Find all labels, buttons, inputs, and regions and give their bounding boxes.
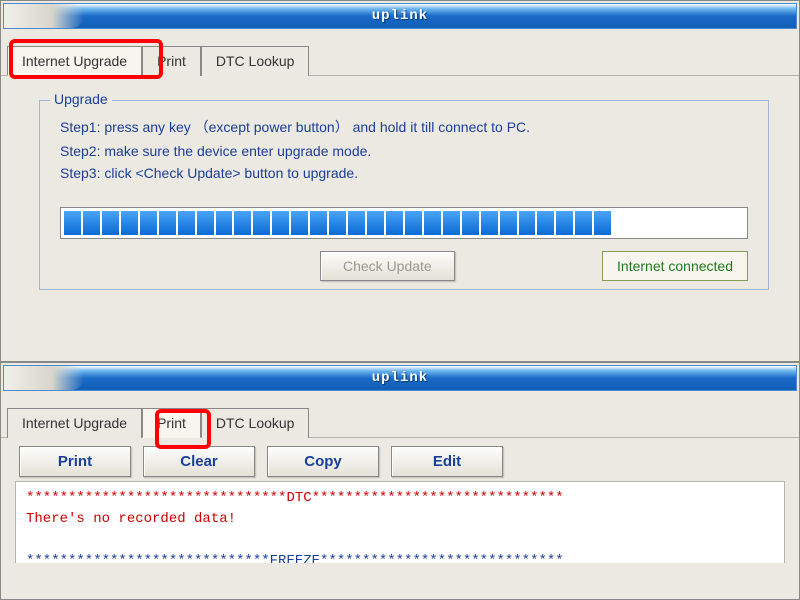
edit-button[interactable]: Edit <box>391 446 503 477</box>
progress-segment <box>329 211 346 235</box>
progress-segment <box>291 211 308 235</box>
progress-segment <box>424 211 441 235</box>
progress-segment <box>708 211 725 235</box>
progress-segment <box>140 211 157 235</box>
progress-segment <box>594 211 611 235</box>
progress-segment <box>575 211 592 235</box>
content-area: Upgrade Step1: press any key （except pow… <box>1 76 799 296</box>
log-line <box>26 530 774 551</box>
tab-row: Internet Upgrade Print DTC Lookup <box>1 31 799 76</box>
progress-segment <box>537 211 554 235</box>
tab-dtc-lookup[interactable]: DTC Lookup <box>201 46 310 76</box>
tab-print[interactable]: Print <box>142 408 201 438</box>
log-line: There's no recorded data! <box>26 509 774 530</box>
tab-internet-upgrade[interactable]: Internet Upgrade <box>7 408 142 438</box>
progress-segment <box>178 211 195 235</box>
group-title: Upgrade <box>50 91 112 107</box>
toolbar: Print Clear Copy Edit <box>1 438 799 477</box>
step-3: Step3: click <Check Update> button to up… <box>60 165 748 181</box>
app-title: uplink <box>372 8 428 24</box>
window-print: uplink Internet Upgrade Print DTC Lookup… <box>0 362 800 600</box>
log-line: *****************************FREEZE*****… <box>26 551 774 563</box>
log-line: *******************************DTC******… <box>26 488 774 509</box>
button-row: Check Update Internet connected <box>60 251 748 281</box>
progress-segment <box>253 211 270 235</box>
progress-segment <box>405 211 422 235</box>
progress-segment <box>272 211 289 235</box>
progress-segment <box>102 211 119 235</box>
progress-segment <box>556 211 573 235</box>
progress-segment <box>727 211 744 235</box>
progress-segment <box>234 211 251 235</box>
progress-segment <box>197 211 214 235</box>
clear-button[interactable]: Clear <box>143 446 255 477</box>
log-output: *******************************DTC******… <box>15 481 785 563</box>
progress-segment <box>689 211 706 235</box>
progress-segment <box>216 211 233 235</box>
progress-segment <box>462 211 479 235</box>
check-update-button[interactable]: Check Update <box>320 251 455 281</box>
progress-segment <box>386 211 403 235</box>
progress-segment <box>348 211 365 235</box>
progress-bar <box>60 207 748 239</box>
step-1: Step1: press any key （except power butto… <box>60 117 748 137</box>
step-2: Step2: make sure the device enter upgrad… <box>60 143 748 159</box>
print-button[interactable]: Print <box>19 446 131 477</box>
tab-dtc-lookup[interactable]: DTC Lookup <box>201 408 310 438</box>
progress-segment <box>83 211 100 235</box>
titlebar: uplink <box>3 3 797 29</box>
progress-segment <box>519 211 536 235</box>
progress-segment <box>670 211 687 235</box>
progress-segment <box>481 211 498 235</box>
window-upgrade: uplink Internet Upgrade Print DTC Lookup… <box>0 0 800 362</box>
tab-row: Internet Upgrade Print DTC Lookup <box>1 393 799 438</box>
copy-button[interactable]: Copy <box>267 446 379 477</box>
progress-segment <box>500 211 517 235</box>
upgrade-groupbox: Upgrade Step1: press any key （except pow… <box>39 100 769 290</box>
progress-segment <box>159 211 176 235</box>
progress-segment <box>367 211 384 235</box>
app-title: uplink <box>372 370 428 386</box>
connection-status: Internet connected <box>602 251 748 281</box>
progress-segment <box>64 211 81 235</box>
progress-segment <box>310 211 327 235</box>
tab-print[interactable]: Print <box>142 46 201 76</box>
progress-segment <box>121 211 138 235</box>
progress-segment <box>651 211 668 235</box>
progress-segment <box>443 211 460 235</box>
tab-internet-upgrade[interactable]: Internet Upgrade <box>7 46 142 76</box>
titlebar: uplink <box>3 365 797 391</box>
progress-segment <box>632 211 649 235</box>
progress-segment <box>613 211 630 235</box>
